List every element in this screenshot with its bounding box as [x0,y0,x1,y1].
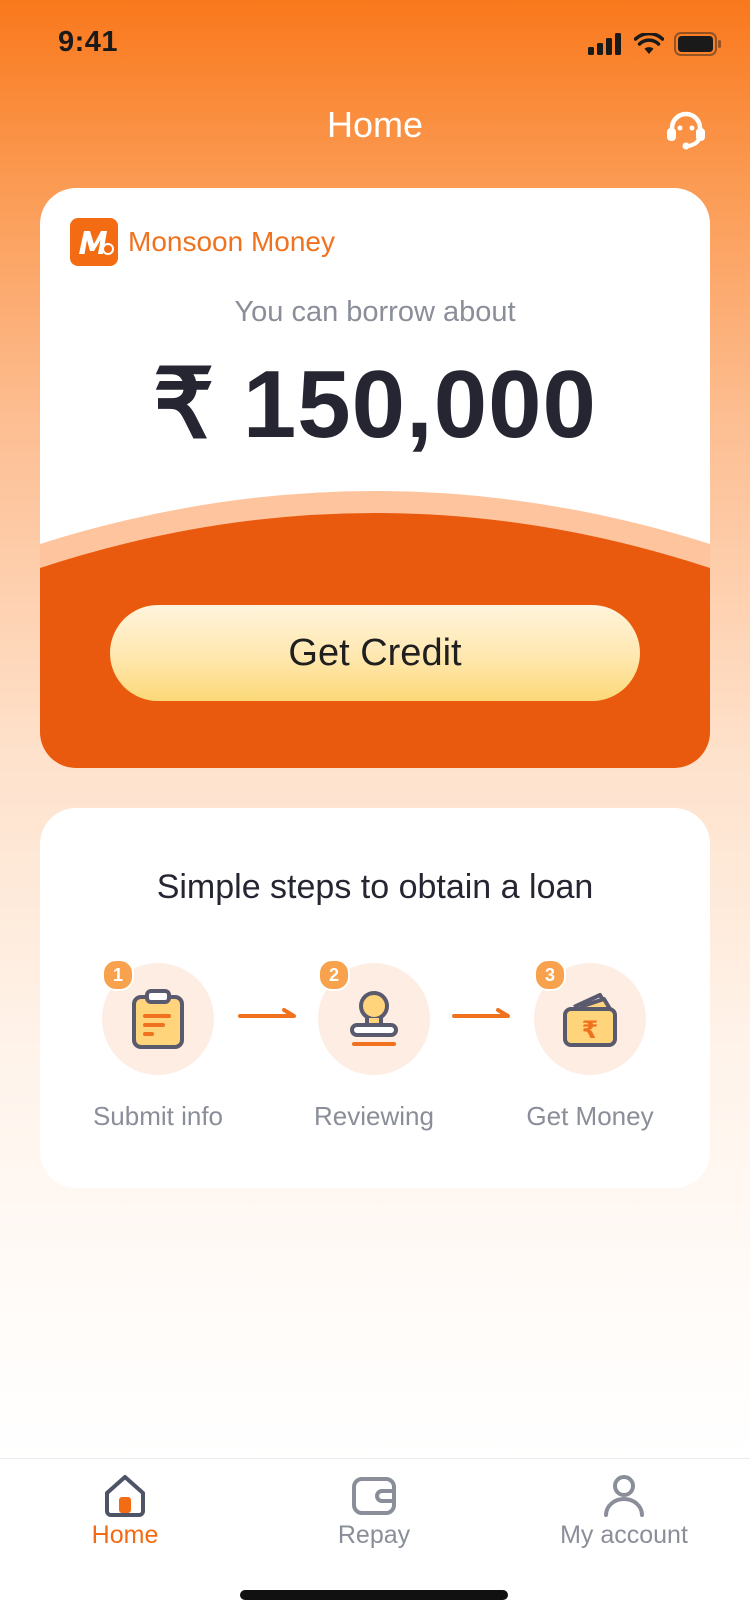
tab-my-account[interactable]: My account [524,1471,724,1550]
status-icons [588,32,722,56]
status-time: 9:41 [58,26,119,58]
home-indicator[interactable] [240,1590,508,1600]
brand-logo-mark [79,231,114,255]
wifi-icon [634,33,664,54]
borrow-label: You can borrow about [234,296,516,328]
battery-icon [674,32,721,56]
headset-icon[interactable] [662,106,710,154]
app-screen: 9:41 Home Monsoon Money You can borrow a… [0,0,750,1624]
step-label: Get Money [526,1101,654,1131]
arrow-right-icon [452,1008,510,1018]
step-number-badge: 3 [534,959,566,991]
tab-label: Home [91,1521,159,1549]
tab-label: Repay [337,1521,411,1549]
home-icon [105,1475,145,1517]
brand: Monsoon Money [70,218,335,266]
arrow-right-icon [238,1008,296,1018]
step-label: Reviewing [314,1101,434,1131]
step-label: Submit info [92,1101,224,1131]
wallet-icon [352,1477,396,1515]
tab-label: My account [560,1521,688,1549]
step-number-badge: 1 [102,959,134,991]
clipboard-icon [132,989,184,1049]
signal-icon [588,33,621,55]
page-title: Home [326,104,424,145]
wallet-icon: ₹ [563,993,617,1047]
tab-repay[interactable]: Repay [274,1471,474,1550]
borrow-amount: ₹ 150,000 [153,351,597,458]
brand-logo [70,218,118,266]
get-credit-button[interactable]: Get Credit [110,605,640,701]
svg-text:₹: ₹ [582,1016,599,1044]
steps-title: Simple steps to obtain a loan [156,868,594,906]
loan-steps-card: Simple steps to obtain a loan 1 Submit i… [40,808,710,1188]
person-icon [604,1475,644,1517]
tab-home[interactable]: Home [25,1471,225,1550]
brand-name: Monsoon Money [128,226,336,257]
step-number-badge: 2 [318,959,350,991]
stamp-icon [350,991,398,1046]
loan-offer-card: Monsoon Money You can borrow about ₹ 150… [40,188,710,768]
